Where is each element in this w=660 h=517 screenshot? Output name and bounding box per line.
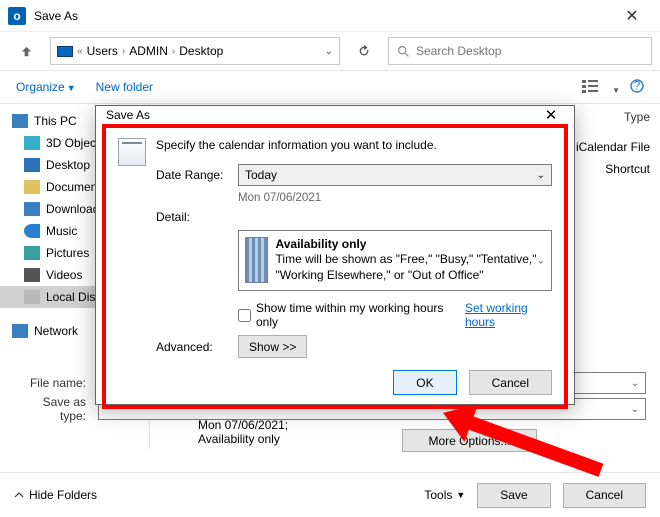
sidebar-item-label: Network (34, 324, 78, 338)
chevron-down-icon[interactable]: ⌄ (325, 46, 333, 57)
close-icon[interactable]: ✕ (612, 1, 652, 31)
up-arrow-icon (19, 44, 34, 59)
chevron-up-icon (14, 490, 24, 500)
availability-icon (245, 237, 268, 283)
show-advanced-button[interactable]: Show >> (238, 335, 307, 358)
breadcrumb[interactable]: « Users › ADMIN › Desktop ⌄ (50, 37, 340, 65)
new-folder-button[interactable]: New folder (96, 80, 153, 94)
network-icon (12, 324, 28, 338)
tools-button[interactable]: Tools▼ (424, 488, 465, 502)
cancel-button[interactable]: Cancel (469, 370, 552, 395)
window-titlebar: Save As ✕ (0, 0, 660, 32)
chevron-down-icon: ⌄ (625, 404, 645, 415)
checkbox-input[interactable] (238, 309, 251, 322)
chevron-right-icon: › (172, 46, 175, 57)
file-type: Shortcut (605, 162, 650, 176)
help-button[interactable]: ? (630, 79, 644, 96)
search-icon (397, 45, 410, 58)
calendar-saveas-dialog: Save As ✕ Specify the calendar informati… (95, 105, 575, 405)
chevron-down-icon: ⌄ (537, 255, 545, 266)
breadcrumb-seg[interactable]: Desktop (179, 44, 223, 58)
organize-button[interactable]: Organize▼ (16, 80, 76, 94)
picture-icon (24, 246, 40, 260)
dialog-titlebar: Save As ✕ (96, 106, 574, 124)
detail-description: Availability only Time will be shown as … (276, 237, 545, 284)
working-hours-checkbox[interactable]: Show time within my working hours only (238, 301, 447, 329)
document-icon (24, 180, 40, 194)
date-range-select[interactable]: Today ⌄ (238, 164, 552, 186)
set-working-hours-link[interactable]: Set working hours (465, 301, 552, 329)
ok-button[interactable]: OK (393, 370, 456, 395)
chevron-down-icon: ⌄ (537, 170, 545, 181)
sidebar-item-label: Pictures (46, 246, 89, 260)
svg-text:?: ? (634, 79, 641, 93)
save-type-label: Save as type: (14, 395, 86, 423)
window-title: Save As (34, 9, 78, 23)
address-bar: « Users › ADMIN › Desktop ⌄ (0, 32, 660, 70)
cube-icon (24, 136, 40, 150)
pc-icon (12, 114, 28, 128)
save-button[interactable]: Save (477, 483, 550, 508)
view-button[interactable]: ▼ (582, 79, 620, 96)
more-options-button[interactable]: More Options... (402, 429, 537, 452)
sidebar-item-label: Music (46, 224, 77, 238)
sidebar-item-label: Local Disk (46, 290, 101, 304)
chevron-down-icon: ▼ (612, 86, 620, 95)
cancel-button[interactable]: Cancel (563, 483, 646, 508)
view-icon (582, 79, 610, 93)
video-icon (24, 268, 40, 282)
download-icon (24, 202, 40, 216)
detail-select[interactable]: Availability only Time will be shown as … (238, 230, 552, 291)
dialog-title: Save As (106, 108, 150, 122)
chevron-right-icon: « (77, 46, 83, 57)
refresh-button[interactable] (346, 37, 382, 65)
chevron-down-icon: ▼ (67, 83, 76, 93)
sidebar-item-label: Desktop (46, 158, 90, 172)
close-icon[interactable]: ✕ (538, 106, 564, 124)
bottom-bar: Hide Folders Tools▼ Save Cancel (0, 472, 660, 517)
desktop-icon (24, 158, 40, 172)
date-range-subtext: Mon 07/06/2021 (238, 192, 552, 204)
dialog-instruction: Specify the calendar information you wan… (156, 138, 552, 152)
sidebar-item-label: This PC (34, 114, 77, 128)
advanced-label: Advanced: (156, 340, 228, 354)
music-icon (24, 224, 40, 238)
breadcrumb-seg[interactable]: ADMIN (129, 44, 168, 58)
date-range-label: Date Range: (156, 168, 228, 182)
calendar-icon (118, 138, 146, 166)
outlook-icon (8, 7, 26, 25)
toolbar: Organize▼ New folder ▼ ? (0, 70, 660, 104)
search-input[interactable] (416, 44, 643, 58)
pc-icon (57, 46, 73, 57)
refresh-icon (357, 44, 371, 58)
chevron-down-icon: ⌄ (625, 378, 645, 389)
hide-folders-button[interactable]: Hide Folders (14, 488, 97, 502)
file-name-label: File name: (14, 376, 86, 390)
search-box[interactable] (388, 37, 652, 65)
column-header-type[interactable]: Type (624, 110, 650, 124)
chevron-down-icon: ▼ (456, 490, 465, 500)
help-icon: ? (630, 79, 644, 93)
detail-label: Detail: (156, 210, 228, 224)
up-button[interactable] (8, 37, 44, 65)
breadcrumb-seg[interactable]: Users (87, 44, 118, 58)
disk-icon (24, 290, 40, 304)
chevron-right-icon: › (122, 46, 125, 57)
sidebar-item-label: Videos (46, 268, 82, 282)
file-type: iCalendar File (576, 140, 650, 154)
